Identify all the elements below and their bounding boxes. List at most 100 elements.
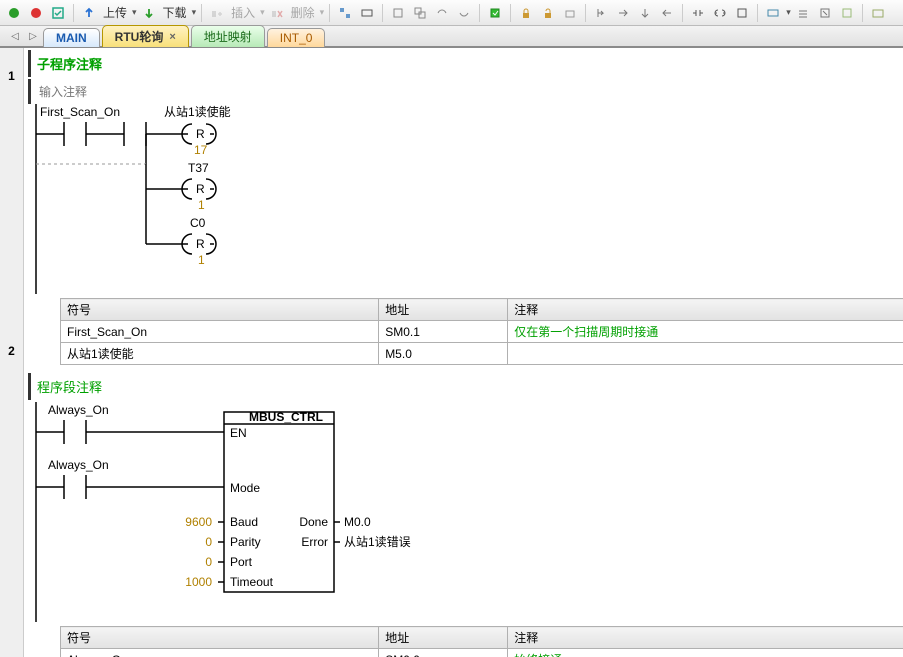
network-comment: 程序段注释 xyxy=(28,373,903,400)
insert-label: 插入 xyxy=(231,4,255,21)
network-1: 输入注释 First_Scan_On 从站1读使能 R 17 xyxy=(24,79,903,365)
block-pin: Port xyxy=(230,555,253,569)
upload-dropdown-icon[interactable]: ▾ xyxy=(132,7,137,18)
symbol-table-1: 符号 地址 注释 First_Scan_On SM0.1 仅在第一个扫描周期时接… xyxy=(60,298,903,365)
block-pin-value: M0.0 xyxy=(344,515,371,529)
block-pin: Baud xyxy=(230,515,258,529)
contact-icon[interactable] xyxy=(688,3,708,23)
tab-address-map[interactable]: 地址映射 xyxy=(191,25,265,47)
subroutine-comment: 子程序注释 xyxy=(28,50,903,77)
tool-icon[interactable] xyxy=(432,3,452,23)
delete-icon xyxy=(267,3,287,23)
block-pin: Done xyxy=(299,515,328,529)
delete-label: 删除 xyxy=(291,4,315,21)
table-header: 注释 xyxy=(508,627,903,649)
tool-icon[interactable] xyxy=(763,3,783,23)
network-number: 2 xyxy=(0,344,23,358)
tool-icon[interactable] xyxy=(410,3,430,23)
tool-icon[interactable] xyxy=(357,3,377,23)
unlock-icon[interactable] xyxy=(538,3,558,23)
coil-label: 从站1读使能 xyxy=(164,104,231,119)
block-title: MBUS_CTRL xyxy=(249,410,323,424)
tab-main[interactable]: MAIN xyxy=(43,28,100,47)
box-icon[interactable] xyxy=(732,3,752,23)
tool-icon[interactable] xyxy=(868,3,888,23)
block-pin-value: 9600 xyxy=(185,515,212,529)
toolbar-separator xyxy=(757,4,758,22)
tab-nav-prev-icon[interactable]: ◁ xyxy=(8,29,22,43)
tab-label: INT_0 xyxy=(280,31,313,45)
download-label: 下载 xyxy=(163,4,187,21)
block-pin: Error xyxy=(301,535,328,549)
coil-reset: R xyxy=(196,182,205,196)
table-row[interactable]: First_Scan_On SM0.1 仅在第一个扫描周期时接通 xyxy=(61,321,903,343)
toolbar-separator xyxy=(329,4,330,22)
block-pin-value: 0 xyxy=(205,535,212,549)
toolbar-separator xyxy=(510,4,511,22)
block-pin: Mode xyxy=(230,481,260,495)
tool-icon[interactable] xyxy=(657,3,677,23)
dropdown-icon[interactable]: ▾ xyxy=(786,7,791,18)
tool-icon[interactable] xyxy=(815,3,835,23)
run-button[interactable] xyxy=(4,3,24,23)
table-header: 注释 xyxy=(508,299,903,321)
network-2: 程序段注释 Always_On Always_On MBUS_CTRL xyxy=(24,373,903,657)
contact-label: Always_On xyxy=(48,458,109,472)
block-pin: Timeout xyxy=(230,575,274,589)
toolbar: 上传▾ 下载▾ 插入▾ 删除▾ ▾ xyxy=(0,0,903,26)
download-dropdown-icon[interactable]: ▾ xyxy=(192,7,197,18)
tool-icon[interactable] xyxy=(591,3,611,23)
coil-reset: R xyxy=(196,127,205,141)
block-pin-value: 1000 xyxy=(185,575,212,589)
close-icon[interactable]: × xyxy=(169,31,175,43)
tool-icon[interactable] xyxy=(335,3,355,23)
toolbar-separator xyxy=(73,4,74,22)
tab-bar: ◁ ▷ MAIN RTU轮询 × 地址映射 INT_0 xyxy=(0,26,903,48)
table-header: 符号 xyxy=(61,299,379,321)
editor-content[interactable]: 子程序注释 输入注释 First_Scan_On 从站1读使能 xyxy=(24,48,903,657)
tab-nav-next-icon[interactable]: ▷ xyxy=(26,29,40,43)
ladder-diagram-2: Always_On Always_On MBUS_CTRL EN Mode Ba… xyxy=(24,402,884,622)
coil-label: C0 xyxy=(190,216,206,230)
tab-rtu-poll[interactable]: RTU轮询 × xyxy=(102,25,189,47)
table-header: 符号 xyxy=(61,627,379,649)
upload-button[interactable] xyxy=(79,3,99,23)
tool-icon[interactable] xyxy=(560,3,580,23)
tab-int0[interactable]: INT_0 xyxy=(267,28,326,47)
toolbar-separator xyxy=(382,4,383,22)
table-header: 地址 xyxy=(379,627,508,649)
network-comment: 输入注释 xyxy=(28,79,903,104)
tab-label: RTU轮询 xyxy=(115,28,164,45)
block-pin: Parity xyxy=(230,535,261,549)
insert-icon xyxy=(207,3,227,23)
block-pin-value: 0 xyxy=(205,555,212,569)
tool-icon[interactable] xyxy=(635,3,655,23)
symbol-table-2: 符号 地址 注释 Always_On SM0.0 始终接通 从站1读错误 MB1… xyxy=(60,626,903,657)
coil-reset: R xyxy=(196,237,205,251)
table-row[interactable]: 从站1读使能 M5.0 xyxy=(61,343,903,365)
block-pin: EN xyxy=(230,426,247,440)
block-pin-value: 从站1读错误 xyxy=(344,535,411,549)
table-row[interactable]: Always_On SM0.0 始终接通 xyxy=(61,649,903,657)
contact-label: Always_On xyxy=(48,403,109,417)
tool-icon[interactable] xyxy=(837,3,857,23)
ladder-diagram-1: First_Scan_On 从站1读使能 R 17 T37 R 1 xyxy=(24,104,884,294)
contact-label: First_Scan_On xyxy=(40,105,120,119)
tool-icon[interactable] xyxy=(613,3,633,23)
coil-icon[interactable] xyxy=(710,3,730,23)
tool-icon[interactable] xyxy=(388,3,408,23)
tool-icon[interactable] xyxy=(454,3,474,23)
toolbar-separator xyxy=(585,4,586,22)
network-gutter: 1 2 xyxy=(0,48,24,657)
stop-button[interactable] xyxy=(26,3,46,23)
lock-icon[interactable] xyxy=(516,3,536,23)
toolbar-separator xyxy=(862,4,863,22)
download-button[interactable] xyxy=(139,3,159,23)
tool-icon[interactable] xyxy=(485,3,505,23)
compile-button[interactable] xyxy=(48,3,68,23)
upload-label: 上传 xyxy=(103,4,127,21)
toolbar-separator xyxy=(682,4,683,22)
tool-icon[interactable] xyxy=(793,3,813,23)
toolbar-separator xyxy=(479,4,480,22)
tab-label: 地址映射 xyxy=(204,28,252,45)
